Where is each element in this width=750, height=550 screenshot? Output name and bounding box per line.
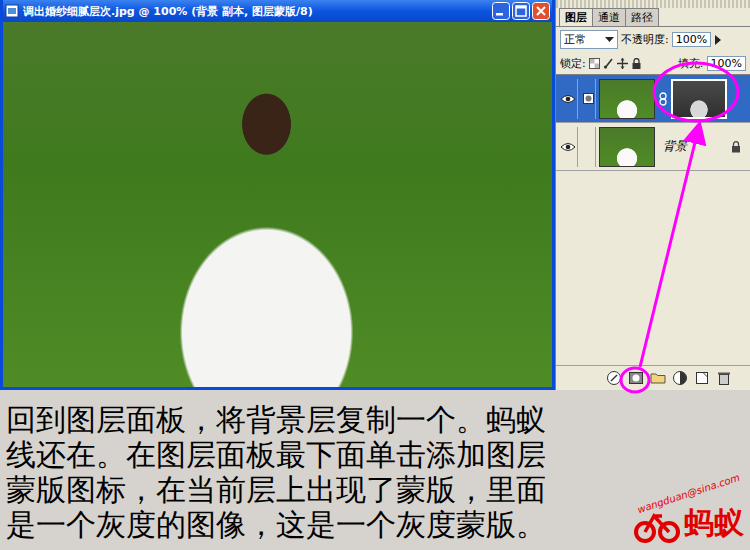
layer-thumbnail [599, 79, 655, 119]
layers-toolbar [556, 365, 750, 390]
panel-tab[interactable]: 路径 [625, 8, 659, 26]
visibility-toggle[interactable] [559, 127, 578, 167]
chain-icon[interactable] [658, 92, 668, 106]
layer-name: 背景 [663, 138, 687, 155]
opacity-label: 不透明度: [621, 32, 669, 47]
eye-icon [560, 142, 576, 152]
mask-mode-icon [583, 93, 594, 104]
lock-row: 锁定: 填充:100% [556, 52, 750, 74]
visibility-toggle[interactable] [559, 79, 578, 119]
workspace: 调出婚纱细腻层次.jpg @ 100% (背景 副本, 图层蒙版/8) 图层通道路… [0, 0, 750, 390]
screen: 调出婚纱细腻层次.jpg @ 100% (背景 副本, 图层蒙版/8) 图层通道路… [0, 0, 750, 550]
layer-state-box [581, 79, 596, 119]
blend-mode-select[interactable]: 正常 [560, 30, 618, 49]
callout-overlay [0, 0, 750, 550]
lock-all-icon[interactable] [631, 58, 642, 69]
layers-panel: 图层通道路径正常不透明度:100%锁定:填充:100%背景 [555, 0, 750, 390]
callout-arrow [640, 126, 699, 367]
panel-tab[interactable]: 通道 [592, 8, 626, 26]
panel-tabs: 图层通道路径 [556, 8, 750, 27]
photo [3, 22, 552, 387]
layer-row[interactable] [556, 75, 750, 123]
layer-list: 背景 [556, 74, 750, 171]
opacity-field[interactable]: 100% [672, 32, 711, 47]
dropdown-arrow-icon [605, 37, 614, 43]
layer-style-icon[interactable] [606, 370, 622, 386]
opacity-arrow-icon[interactable] [714, 34, 722, 46]
close-icon[interactable] [532, 2, 550, 20]
mask-callout-circle [654, 63, 738, 121]
document-icon [5, 4, 19, 18]
layer-list-empty [556, 171, 750, 365]
layer-row[interactable]: 背景 [556, 123, 750, 171]
mask-thumbnail[interactable] [671, 79, 727, 119]
caption-area: 回到图层面板，将背景层复制一个。蚂蚁线还在。在图层面板最下面单击添加图层蒙版图标… [0, 390, 750, 550]
options-row: 正常不透明度:100% [556, 27, 750, 52]
caption: 回到图层面板，将背景层复制一个。蚂蚁线还在。在图层面板最下面单击添加图层蒙版图标… [0, 390, 556, 550]
window-controls [492, 2, 550, 20]
lock-move-icon[interactable] [617, 58, 628, 69]
maximize-icon[interactable] [512, 2, 530, 20]
eye-icon [560, 94, 576, 104]
fill-label: 填充: [678, 56, 704, 71]
title-bar[interactable]: 调出婚纱细腻层次.jpg @ 100% (背景 副本, 图层蒙版/8) [3, 0, 552, 22]
panel-grip[interactable] [556, 0, 750, 8]
watermark-logo-text: 蚂蚁 [684, 503, 744, 544]
lock-icon [731, 141, 741, 153]
add-mask-icon[interactable] [628, 370, 644, 386]
watermark: wangduan@sina.com蚂蚁 [634, 488, 750, 550]
button-callout-circle [621, 368, 649, 392]
new-layer-icon[interactable] [694, 370, 710, 386]
lock-transparency-icon[interactable] [589, 58, 600, 69]
layer-thumbnail [599, 127, 655, 167]
lock-paint-icon[interactable] [603, 58, 614, 69]
fill-field[interactable]: 100% [707, 56, 746, 71]
panel-tab[interactable]: 图层 [559, 8, 593, 26]
layer-state-box [581, 127, 596, 167]
minimize-icon[interactable] [492, 2, 510, 20]
image-window: 调出婚纱细腻层次.jpg @ 100% (背景 副本, 图层蒙版/8) [0, 0, 555, 390]
trash-icon[interactable] [716, 370, 732, 386]
window-title: 调出婚纱细腻层次.jpg @ 100% (背景 副本, 图层蒙版/8) [23, 4, 488, 19]
folder-icon[interactable] [650, 370, 666, 386]
adjustment-layer-icon[interactable] [672, 370, 688, 386]
lock-label: 锁定: [560, 56, 586, 71]
